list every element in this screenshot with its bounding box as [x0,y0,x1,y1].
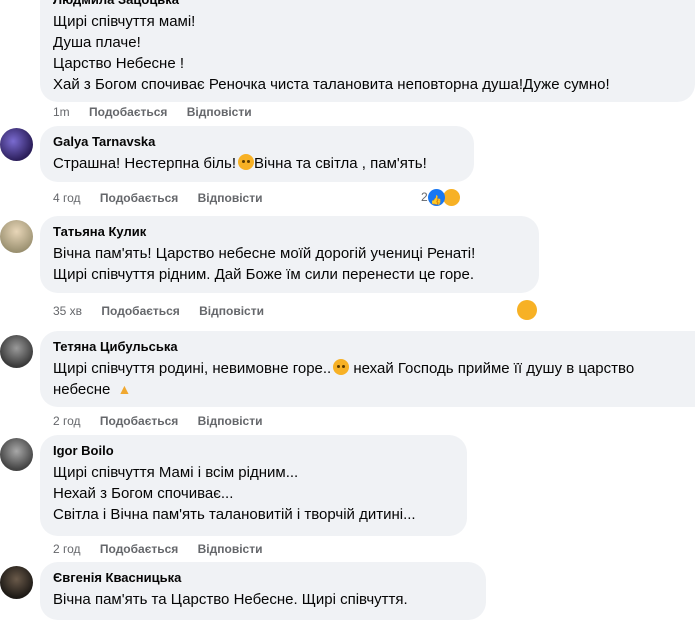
comment-actions: 35 хв Подобається Відповісти [53,303,280,319]
comment-text: Щирі співчуття родині, невимовне горе.. … [53,359,635,377]
avatar[interactable] [0,335,33,368]
reply-button[interactable]: Відповісти [187,104,252,120]
comment-bubble: Татьяна Кулик Вічна пам'ять! Царство неб… [40,216,539,293]
reply-button[interactable]: Відповісти [198,541,263,557]
reply-button[interactable]: Відповісти [198,190,263,206]
comment-actions: 2 год Подобається Відповісти [53,541,278,557]
comment-actions: 2 год Подобається Відповісти [53,413,278,429]
comment-text: Нехай з Богом спочиває... [53,485,234,502]
comment-author[interactable]: Igor Boilo [53,443,455,459]
like-button[interactable]: Подобається [101,303,179,319]
comment-text: небесне ▲ [53,381,132,398]
comment-time[interactable]: 2 год [53,541,81,557]
avatar[interactable] [0,220,33,253]
comment-actions: 4 год Подобається Відповісти [53,190,278,206]
comment-bubble: Людмила Зацоцька Щирі співчуття мамі! Ду… [40,0,695,102]
comment-time[interactable]: 4 год [53,190,81,206]
reaction-summary[interactable]: 2 [421,188,461,209]
reply-button[interactable]: Відповісти [199,303,264,319]
comment-time[interactable]: 35 хв [53,303,82,319]
sad-face-icon [238,154,255,170]
comment-bubble: Igor Boilo Щирі співчуття Мамі і всім рі… [40,435,467,536]
comment-text: Вічна пам'ять! Царство небесне моїй доро… [53,245,476,262]
comment-text: Вічна пам'ять та Царство Небесне. Щирі с… [53,591,408,608]
praying-hands-icon: ▲ [117,381,132,397]
teary-face-icon [333,359,350,375]
avatar[interactable] [0,128,33,161]
comment-text: Царство Небесне ! [53,55,185,72]
comment-author[interactable]: Євгенія Квасницька [53,570,474,586]
comment-text: Щирі співчуття рідним. Дай Боже їм сили … [53,266,475,283]
comment-time[interactable]: 1m [53,104,70,120]
sad-face-icon[interactable] [517,300,537,320]
comment-time[interactable]: 2 год [53,413,81,429]
avatar[interactable] [0,566,33,599]
reply-button[interactable]: Відповісти [198,413,263,429]
comment-author[interactable]: Тетяна Цибульська [53,339,695,355]
comment-bubble: Євгенія Квасницька Вічна пам'ять та Царс… [40,562,486,620]
comment-text: Світла і Вічна пам'ять талановитій і тво… [53,506,416,523]
comment-text: Страшна! Нестерпна біль! Вічна та світла … [53,154,427,172]
like-button[interactable]: Подобається [89,104,167,120]
comment-bubble: Galya Tarnavska Страшна! Нестерпна біль!… [40,126,474,182]
comment-author[interactable]: Galya Tarnavska [53,134,462,150]
avatar[interactable] [0,438,33,471]
like-reaction-icon [427,189,445,209]
like-button[interactable]: Подобається [100,190,178,206]
comment-bubble: Тетяна Цибульська Щирі співчуття родині,… [40,331,695,407]
like-button[interactable]: Подобається [100,413,178,429]
reaction-count: 2 [421,190,428,204]
comment-author[interactable]: Людмила Зацоцька [53,0,683,8]
comment-text: Хай з Богом спочиває Реночка чиста талан… [53,76,610,93]
comment-author[interactable]: Татьяна Кулик [53,224,527,240]
comment-text: Щирі співчуття мамі! [53,13,196,30]
comment-text: Щирі співчуття Мамі і всім рідним... [53,464,299,481]
like-button[interactable]: Подобається [100,541,178,557]
comment-text: Душа плаче! [53,34,141,51]
comment-actions: 1m Подобається Відповісти [53,104,268,120]
